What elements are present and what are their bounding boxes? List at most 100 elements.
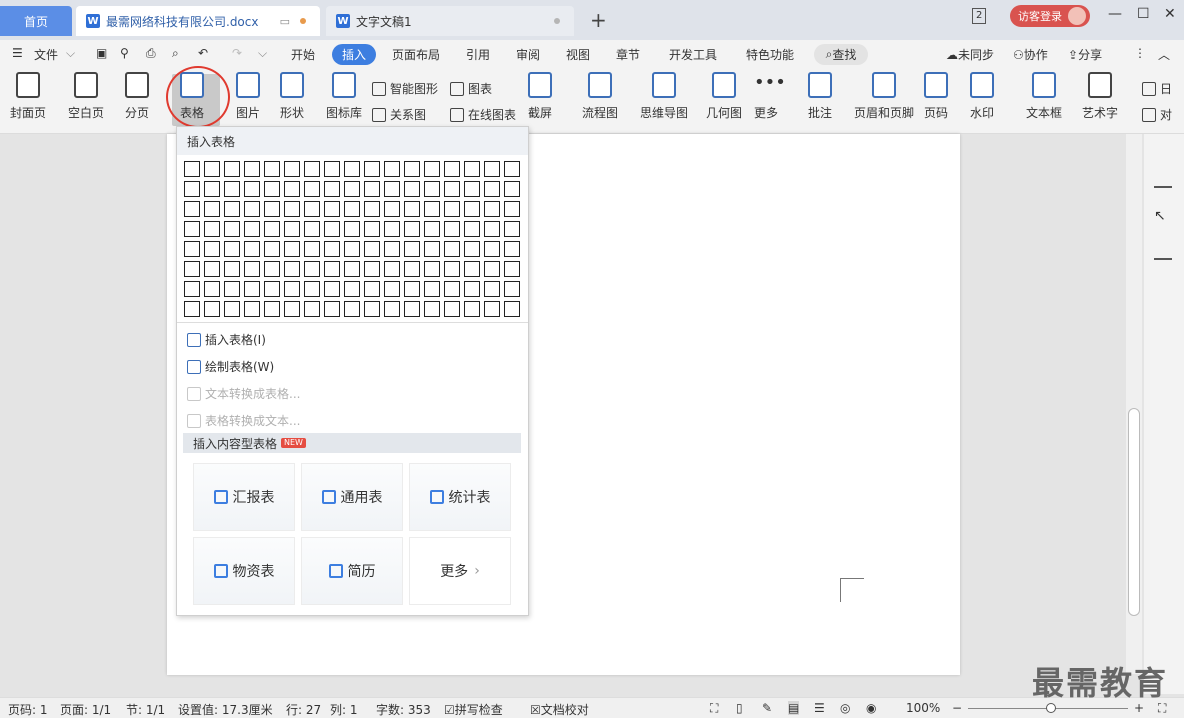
table-grid-cell[interactable] xyxy=(444,241,460,257)
table-grid-cell[interactable] xyxy=(424,261,440,277)
table-grid-cell[interactable] xyxy=(304,261,320,277)
table-grid-cell[interactable] xyxy=(204,161,220,177)
draw-table-item[interactable]: 绘制表格(W) xyxy=(187,358,274,375)
table-grid-cell[interactable] xyxy=(284,221,300,237)
table-grid-cell[interactable] xyxy=(364,261,380,277)
table-grid-cell[interactable] xyxy=(384,221,400,237)
table-grid-cell[interactable] xyxy=(244,261,260,277)
table-grid-cell[interactable] xyxy=(304,161,320,177)
header-footer-button[interactable]: 页眉和页脚 xyxy=(854,72,914,121)
table-grid-cell[interactable] xyxy=(184,181,200,197)
close-icon[interactable]: ✕ xyxy=(1164,6,1176,22)
table-grid-cell[interactable] xyxy=(184,201,200,217)
table-grid-cell[interactable] xyxy=(324,281,340,297)
table-grid-cell[interactable] xyxy=(344,201,360,217)
table-grid-cell[interactable] xyxy=(384,161,400,177)
table-grid-cell[interactable] xyxy=(344,221,360,237)
window-count-badge[interactable]: 2 xyxy=(972,8,987,24)
page-number-button[interactable]: 页码 xyxy=(924,72,948,121)
table-grid-cell[interactable] xyxy=(404,221,420,237)
table-grid-cell[interactable] xyxy=(504,301,520,317)
table-grid-cell[interactable] xyxy=(424,161,440,177)
table-grid-cell[interactable] xyxy=(484,181,500,197)
eye-protect-icon[interactable]: ◉ xyxy=(866,701,876,715)
tab-chapter[interactable]: 章节 xyxy=(616,46,640,63)
table-grid-cell[interactable] xyxy=(304,201,320,217)
more-button[interactable]: ••• 更多 xyxy=(754,72,786,121)
table-grid-cell[interactable] xyxy=(364,281,380,297)
table-grid-cell[interactable] xyxy=(484,221,500,237)
table-grid-cell[interactable] xyxy=(404,261,420,277)
table-grid-cell[interactable] xyxy=(344,281,360,297)
table-grid-cell[interactable] xyxy=(204,301,220,317)
new-tab-button[interactable]: + xyxy=(590,8,607,32)
table-grid-cell[interactable] xyxy=(384,281,400,297)
table-grid-cell[interactable] xyxy=(364,221,380,237)
watermark-button[interactable]: 水印 xyxy=(970,72,994,121)
table-grid-cell[interactable] xyxy=(424,281,440,297)
table-grid-cell[interactable] xyxy=(384,241,400,257)
table-grid-cell[interactable] xyxy=(404,201,420,217)
more-chevron-icon[interactable]: ⌵ xyxy=(258,46,267,61)
zoom-slider-thumb[interactable] xyxy=(1046,703,1056,713)
table-grid-cell[interactable] xyxy=(464,241,480,257)
object-button[interactable]: 对 xyxy=(1142,106,1172,123)
redo-icon[interactable]: ↷ xyxy=(232,46,242,60)
table-grid-cell[interactable] xyxy=(184,241,200,257)
table-grid-cell[interactable] xyxy=(244,301,260,317)
table-grid-cell[interactable] xyxy=(184,261,200,277)
table-grid-cell[interactable] xyxy=(324,181,340,197)
table-grid-cell[interactable] xyxy=(264,281,280,297)
table-grid-cell[interactable] xyxy=(204,181,220,197)
table-grid-cell[interactable] xyxy=(444,201,460,217)
table-grid-cell[interactable] xyxy=(344,241,360,257)
shape-button[interactable]: 形状 xyxy=(280,72,304,121)
card-more[interactable]: 更多 › xyxy=(409,537,511,605)
table-grid-cell[interactable] xyxy=(284,201,300,217)
format-painter-icon[interactable]: ⚲ xyxy=(120,46,129,60)
table-grid-cell[interactable] xyxy=(424,241,440,257)
table-grid-cell[interactable] xyxy=(504,241,520,257)
card-resume[interactable]: 简历 xyxy=(301,537,403,605)
collab-button[interactable]: ⚇协作 xyxy=(1013,46,1048,63)
table-grid-cell[interactable] xyxy=(184,281,200,297)
blank-page-button[interactable]: 空白页 xyxy=(68,72,104,121)
table-grid-cell[interactable] xyxy=(204,241,220,257)
wordart-button[interactable]: 艺术字 xyxy=(1082,72,1118,121)
table-grid-cell[interactable] xyxy=(224,281,240,297)
geometry-button[interactable]: 几何图 xyxy=(706,72,742,121)
table-grid-cell[interactable] xyxy=(324,301,340,317)
date-button[interactable]: 日 xyxy=(1142,80,1172,97)
fullscreen-icon[interactable]: ⛶ xyxy=(710,701,718,716)
table-grid-cell[interactable] xyxy=(304,281,320,297)
scrollbar-thumb[interactable] xyxy=(1128,408,1140,616)
table-grid-cell[interactable] xyxy=(324,161,340,177)
table-grid-cell[interactable] xyxy=(404,241,420,257)
read-mode-icon[interactable]: ▯ xyxy=(736,701,743,715)
online-chart-button[interactable]: 在线图表 xyxy=(450,106,516,123)
table-grid-cell[interactable] xyxy=(464,201,480,217)
table-grid-cell[interactable] xyxy=(264,241,280,257)
table-grid-cell[interactable] xyxy=(384,181,400,197)
table-grid-cell[interactable] xyxy=(444,261,460,277)
table-grid-cell[interactable] xyxy=(204,261,220,277)
cursor-icon[interactable]: ↖ xyxy=(1154,208,1172,224)
tab-insert[interactable]: 插入 xyxy=(332,44,376,65)
table-grid-cell[interactable] xyxy=(284,301,300,317)
tab-layout[interactable]: 页面布局 xyxy=(392,46,440,63)
table-grid-cell[interactable] xyxy=(264,161,280,177)
table-grid-cell[interactable] xyxy=(504,261,520,277)
tab-home[interactable]: 首页 xyxy=(0,6,72,36)
window-icon[interactable]: ▭ xyxy=(280,15,290,28)
maximize-icon[interactable]: ☐ xyxy=(1137,6,1150,22)
table-grid-cell[interactable] xyxy=(464,261,480,277)
undo-icon[interactable]: ↶ xyxy=(198,46,208,60)
picture-button[interactable]: 图片 xyxy=(236,72,260,121)
table-grid-cell[interactable] xyxy=(364,161,380,177)
table-size-grid[interactable] xyxy=(184,161,520,317)
table-grid-cell[interactable] xyxy=(284,261,300,277)
table-grid-cell[interactable] xyxy=(404,161,420,177)
table-grid-cell[interactable] xyxy=(404,281,420,297)
table-grid-cell[interactable] xyxy=(324,261,340,277)
table-grid-cell[interactable] xyxy=(484,241,500,257)
